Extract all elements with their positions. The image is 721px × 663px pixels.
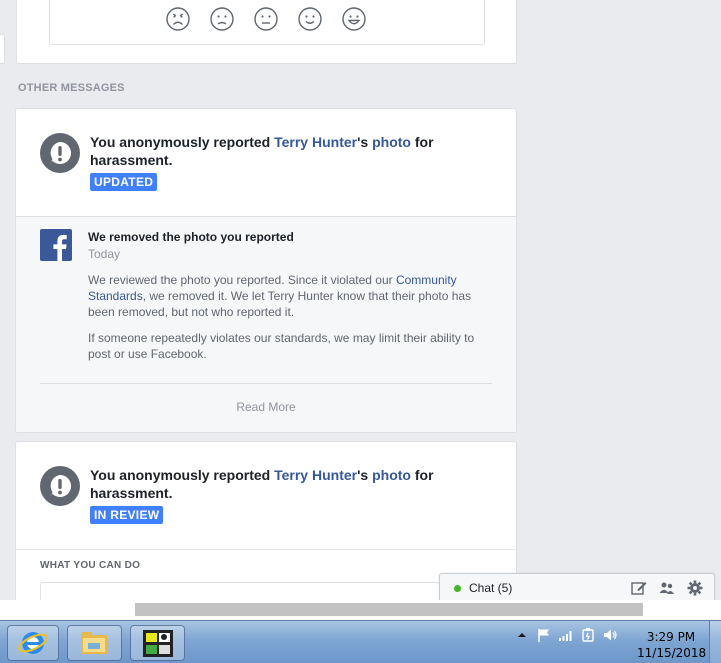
clock-date: 11/15/2018 xyxy=(637,646,707,660)
clock-time: 3:29 PM xyxy=(646,630,696,644)
satisfied-face-icon[interactable] xyxy=(298,7,322,31)
very-satisfied-face-icon[interactable] xyxy=(342,7,366,31)
status-badge: UPDATED xyxy=(90,173,158,191)
chat-actions xyxy=(630,579,704,597)
system-clock[interactable]: 3:29 PM 11/15/2018 xyxy=(637,629,707,661)
report-summary: You anonymously reported Terry Hunter's … xyxy=(90,133,450,191)
report-summary: You anonymously reported Terry Hunter's … xyxy=(90,466,450,524)
media-app-icon xyxy=(143,630,173,657)
update-body: We reviewed the photo you reported. Sinc… xyxy=(88,272,488,372)
rating-box xyxy=(49,0,485,45)
compose-icon[interactable] xyxy=(630,579,648,597)
scrollbar-thumb[interactable] xyxy=(135,603,643,616)
update-text: We reviewed the photo you reported. Sinc… xyxy=(88,273,396,287)
folder-icon xyxy=(81,632,107,654)
chat-bar[interactable]: Chat (5) xyxy=(439,573,715,601)
possessive-text: 's xyxy=(357,467,373,483)
report-header: You anonymously reported Terry Hunter's … xyxy=(40,466,450,524)
what-you-can-do-heading: WHAT YOU CAN DO xyxy=(40,560,141,571)
facebook-logo-icon xyxy=(40,229,72,261)
report-card: You anonymously reported Terry Hunter's … xyxy=(15,108,517,433)
report-prefix: You anonymously reported xyxy=(90,134,275,150)
action-center-flag-icon[interactable] xyxy=(536,627,552,643)
file-explorer-taskbar-button[interactable] xyxy=(67,625,122,661)
update-paragraph: We reviewed the photo you reported. Sinc… xyxy=(88,272,488,320)
settings-gear-icon[interactable] xyxy=(686,579,704,597)
chat-label[interactable]: Chat (5) xyxy=(469,581,512,595)
other-messages-heading: OTHER MESSAGES xyxy=(18,82,125,94)
media-app-taskbar-button[interactable] xyxy=(130,625,185,661)
network-signal-icon[interactable] xyxy=(558,627,574,643)
report-prefix: You anonymously reported xyxy=(90,467,275,483)
update-title: We removed the photo you reported xyxy=(88,230,294,244)
show-desktop-button[interactable] xyxy=(709,621,721,663)
update-message: We removed the photo you reported Today … xyxy=(16,216,516,432)
divider xyxy=(16,549,516,550)
update-text: , we removed it. We let Terry Hunter kno… xyxy=(88,289,472,319)
reported-person-link[interactable]: Terry Hunter xyxy=(274,467,357,483)
status-badge: IN REVIEW xyxy=(90,506,164,524)
read-more-link[interactable]: Read More xyxy=(16,400,516,414)
very-dissatisfied-face-icon[interactable] xyxy=(166,7,190,31)
rating-card xyxy=(16,0,517,64)
reported-person-link[interactable]: Terry Hunter xyxy=(274,134,357,150)
reported-item-link[interactable]: photo xyxy=(372,134,411,150)
update-timestamp: Today xyxy=(88,247,121,261)
system-tray xyxy=(514,627,618,643)
divider xyxy=(40,383,492,384)
update-paragraph: If someone repeatedly violates our stand… xyxy=(88,331,475,361)
alert-icon xyxy=(40,133,80,173)
internet-explorer-icon xyxy=(18,632,48,654)
neutral-face-icon[interactable] xyxy=(254,7,278,31)
online-status-dot xyxy=(454,585,461,592)
power-plug-icon[interactable] xyxy=(580,627,596,643)
horizontal-scrollbar[interactable] xyxy=(0,600,721,620)
volume-speaker-icon[interactable] xyxy=(602,627,618,643)
taskbar: 3:29 PM 11/15/2018 xyxy=(0,620,721,663)
alert-icon xyxy=(40,466,80,506)
show-hidden-icons-icon[interactable] xyxy=(514,627,530,643)
left-edge-tab xyxy=(0,34,5,64)
internet-explorer-taskbar-button[interactable] xyxy=(7,625,59,661)
reported-item-link[interactable]: photo xyxy=(372,467,411,483)
report-header: You anonymously reported Terry Hunter's … xyxy=(40,133,450,191)
dissatisfied-face-icon[interactable] xyxy=(210,7,234,31)
possessive-text: 's xyxy=(357,134,373,150)
group-chat-icon[interactable] xyxy=(658,579,676,597)
rating-faces xyxy=(166,7,366,31)
